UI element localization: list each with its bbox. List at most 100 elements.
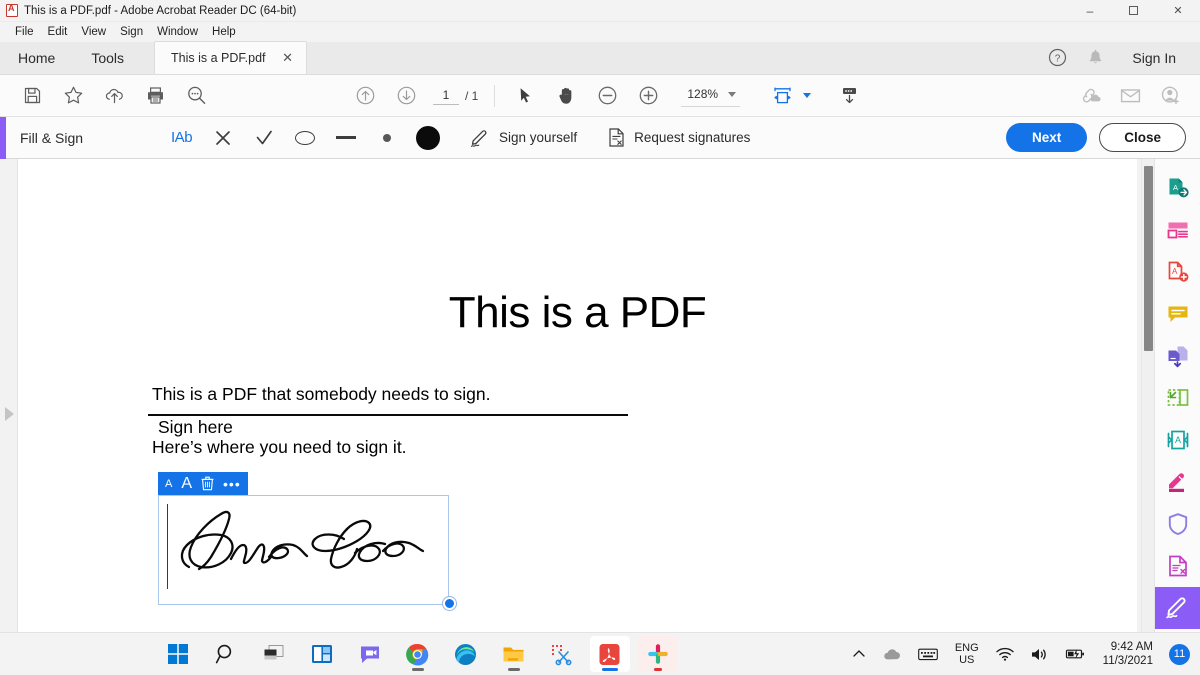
clock[interactable]: 9:42 AM 11/3/2021 [1099,640,1157,668]
combine-files-tool[interactable] [1155,335,1200,377]
menu-sign[interactable]: Sign [113,24,150,40]
organize-pages-tool[interactable] [1155,377,1200,419]
vertical-scrollbar[interactable] [1141,159,1154,632]
google-chrome-icon [406,643,429,666]
create-pdf-tool[interactable] [1155,209,1200,251]
zoom-in-icon[interactable] [628,75,669,117]
task-view-button[interactable] [254,636,294,672]
sign-in-button[interactable]: Sign In [1116,50,1186,66]
chat-bubble-icon [359,643,381,665]
certificates-tool[interactable] [1155,545,1200,587]
checkmark-tool[interactable] [243,117,284,159]
decrease-font-size-button[interactable]: A [165,478,172,490]
fit-page-chevron-down-icon[interactable] [803,93,811,98]
microsoft-edge-icon [454,643,477,666]
zoom-out-icon[interactable] [587,75,628,117]
close-fill-sign-button[interactable]: Close [1099,123,1186,152]
start-button[interactable] [158,636,198,672]
menu-file[interactable]: File [8,24,41,40]
menu-window[interactable]: Window [150,24,205,40]
add-to-favorites-star-icon[interactable] [53,75,94,117]
menu-help[interactable]: Help [205,24,243,40]
more-options-button[interactable]: ••• [223,480,241,488]
comment-tool[interactable] [1155,293,1200,335]
acrobat-button[interactable] [590,636,630,672]
select-cursor-icon[interactable] [505,75,546,117]
pdf-page[interactable]: This is a PDF This is a PDF that somebod… [18,159,1137,632]
previous-page-arrow-icon[interactable] [345,75,386,117]
send-email-icon[interactable] [1110,75,1151,117]
add-person-icon[interactable] [1151,75,1192,117]
redact-tool[interactable] [1155,461,1200,503]
cross-mark-tool[interactable] [202,117,243,159]
edit-pdf-tool[interactable]: A [1155,251,1200,293]
line-tool[interactable] [325,117,366,159]
save-disk-icon[interactable] [12,75,53,117]
page-display-scroll-icon[interactable] [829,75,870,117]
increase-font-size-button[interactable]: A [181,475,192,493]
search-magnifier-icon[interactable] [176,75,217,117]
protect-tool[interactable] [1155,503,1200,545]
onedrive-cloud-icon[interactable] [879,643,905,665]
minimize-button[interactable]: – [1068,0,1112,22]
next-button[interactable]: Next [1006,123,1087,152]
language-line-1: ENG [955,642,979,654]
scrollbar-thumb[interactable] [1144,166,1153,351]
widgets-icon [311,643,333,665]
edit-pdf-icon: A [1166,260,1190,284]
share-link-icon[interactable] [1069,75,1110,117]
file-explorer-icon [502,644,525,665]
line-shape-icon [336,136,356,138]
upload-to-cloud-icon[interactable] [94,75,135,117]
compress-pdf-tool[interactable]: A [1155,419,1200,461]
search-button[interactable] [206,636,246,672]
close-button[interactable]: ✕ [1156,0,1200,22]
restore-button[interactable] [1112,0,1156,22]
language-line-2: US [959,654,974,666]
main-toolbar: / 1 128% [0,75,1200,117]
fit-page-width-icon[interactable] [762,75,803,117]
expand-navigation-pane-icon[interactable] [5,407,14,421]
print-icon[interactable] [135,75,176,117]
right-tools-sidebar: A A [1154,159,1200,632]
edge-button[interactable] [446,636,486,672]
chat-button[interactable] [350,636,390,672]
color-swatch-tool[interactable] [407,117,448,159]
tab-document[interactable]: This is a PDF.pdf ✕ [154,41,306,74]
add-text-tool[interactable]: IAb [161,117,202,159]
snipping-tool-button[interactable] [542,636,582,672]
widgets-button[interactable] [302,636,342,672]
close-icon[interactable]: ✕ [280,50,296,66]
tab-home[interactable]: Home [0,41,73,74]
pan-hand-icon[interactable] [546,75,587,117]
file-explorer-button[interactable] [494,636,534,672]
signature-resize-handle[interactable] [443,597,456,610]
volume-icon[interactable] [1027,643,1051,666]
export-pdf-tool[interactable]: A [1155,167,1200,209]
page-number-input[interactable] [433,86,459,105]
menu-view[interactable]: View [74,24,113,40]
show-hidden-icons-chevron[interactable] [849,644,869,664]
battery-charging-icon[interactable] [1061,643,1089,665]
trash-icon[interactable] [201,476,214,491]
fill-and-sign-tool[interactable] [1155,587,1200,629]
wifi-icon[interactable] [993,643,1017,665]
handwritten-signature [169,501,449,583]
help-circle-icon[interactable]: ? [1040,41,1074,74]
language-indicator[interactable]: ENG US [951,642,983,666]
chrome-button[interactable] [398,636,438,672]
chrome-running-indicator [412,668,424,671]
menu-edit[interactable]: Edit [41,24,75,40]
sign-yourself-button[interactable]: Sign yourself [462,117,585,159]
tab-tools[interactable]: Tools [73,41,142,74]
dot-tool[interactable] [366,117,407,159]
slack-button[interactable] [638,636,678,672]
next-page-arrow-icon[interactable] [386,75,427,117]
oval-tool[interactable] [284,117,325,159]
notification-bell-icon[interactable] [1078,41,1112,74]
signature-bounding-box[interactable] [158,495,449,605]
notification-count-badge[interactable]: 11 [1169,644,1190,665]
zoom-level-dropdown[interactable]: 128% [681,85,740,107]
touch-keyboard-icon[interactable] [915,644,941,665]
request-signatures-button[interactable]: Request signatures [599,117,758,159]
